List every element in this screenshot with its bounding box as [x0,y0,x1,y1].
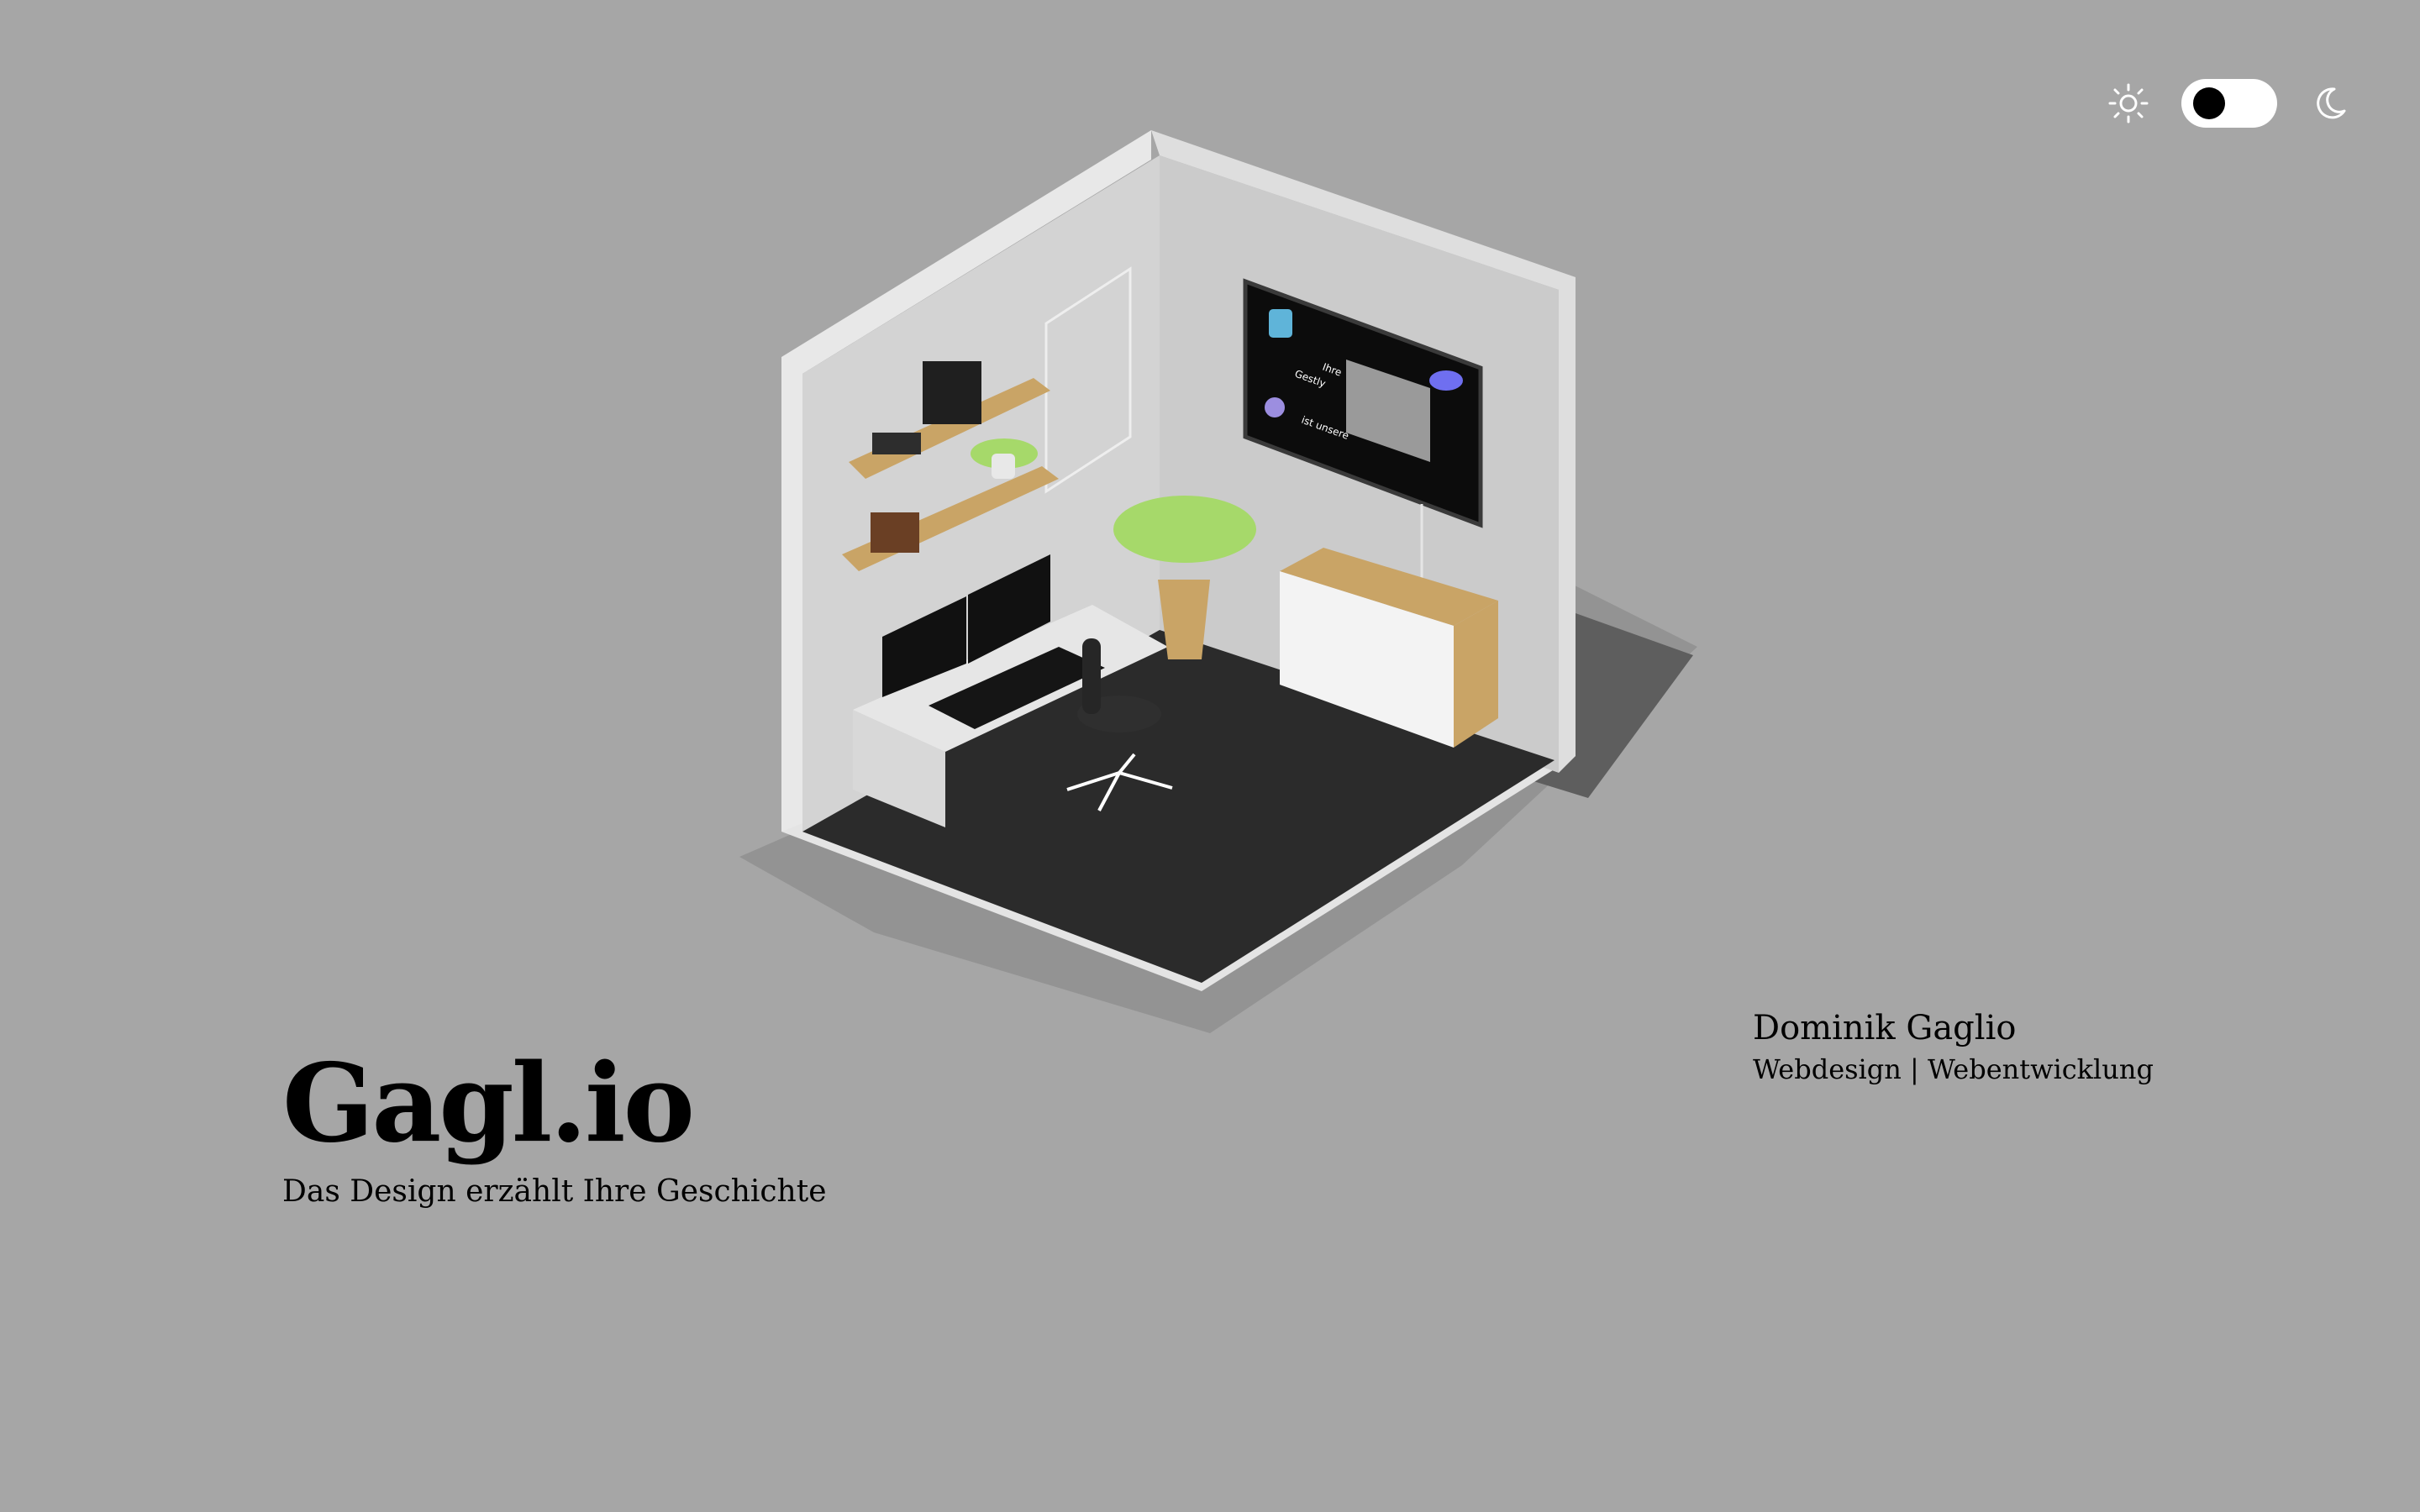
sun-icon[interactable] [2107,82,2149,124]
theme-toggle[interactable] [2181,79,2277,128]
author-role: Webdesign | Webentwicklung [1753,1053,2154,1085]
tv-icon-flower [1265,397,1285,417]
theme-switch [2107,79,2351,128]
tv-icon-map [1269,309,1292,338]
moon-icon[interactable] [2309,82,2351,124]
isometric-room-illustration: Gestly Ihre ist unsere [739,130,1697,1033]
toggle-knob [2193,87,2225,119]
author-info: Dominik Gaglio Webdesign | Webentwicklun… [1753,1008,2154,1085]
chair-back [1082,638,1101,714]
plant-leaves [1113,496,1256,563]
brand: Gagl.io Das Design erzählt Ihre Geschich… [282,1050,827,1209]
shelf-books [872,433,921,454]
brand-tagline: Das Design erzählt Ihre Geschichte [282,1174,827,1209]
brand-title: Gagl.io [282,1041,695,1167]
tv-icon-gamepad [1429,370,1463,391]
shelf-binders [923,361,981,424]
shelf-pot [992,454,1015,479]
author-name: Dominik Gaglio [1753,1009,2017,1047]
shelf-box [871,512,919,553]
